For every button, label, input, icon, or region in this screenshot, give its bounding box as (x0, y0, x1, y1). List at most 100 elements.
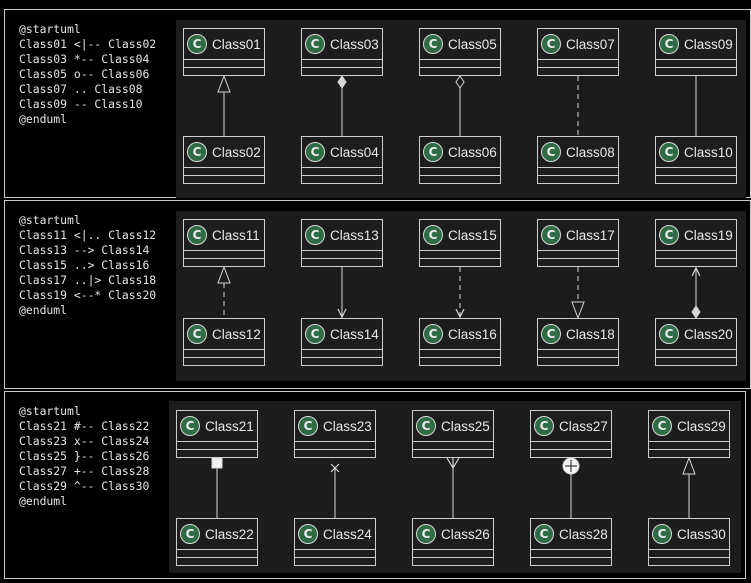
attributes-divider (649, 441, 729, 442)
class-name: Class30 (677, 527, 726, 542)
methods-divider (302, 175, 382, 176)
class-node[interactable]: C Class17 (537, 219, 619, 267)
methods-divider (295, 557, 375, 558)
attributes-divider (656, 59, 736, 60)
methods-divider (295, 449, 375, 450)
attributes-divider (420, 349, 500, 350)
class-name: Class22 (205, 527, 254, 542)
class-node[interactable]: C Class26 (412, 518, 494, 566)
class-header: C Class03 (302, 29, 382, 59)
attributes-divider (184, 59, 264, 60)
attributes-divider (184, 250, 264, 251)
class-node[interactable]: C Class23 (294, 410, 376, 458)
circle-c-icon: C (416, 524, 436, 544)
attributes-divider (538, 167, 618, 168)
class-node[interactable]: C Class04 (301, 136, 383, 184)
class-header: C Class27 (531, 411, 611, 441)
class-node[interactable]: C Class07 (537, 28, 619, 76)
class-node[interactable]: C Class21 (176, 410, 258, 458)
class-name: Class21 (205, 419, 254, 434)
circle-c-icon: C (534, 416, 554, 436)
class-header: C Class20 (656, 319, 736, 349)
methods-divider (538, 258, 618, 259)
class-node[interactable]: C Class05 (419, 28, 501, 76)
attributes-divider (538, 250, 618, 251)
circle-c-icon: C (187, 324, 207, 344)
class-header: C Class21 (177, 411, 257, 441)
circle-c-icon: C (416, 416, 436, 436)
class-node[interactable]: C Class24 (294, 518, 376, 566)
class-node[interactable]: C Class01 (183, 28, 265, 76)
class-header: C Class23 (295, 411, 375, 441)
attributes-divider (420, 167, 500, 168)
class-header: C Class25 (413, 411, 493, 441)
class-name: Class07 (566, 37, 615, 52)
methods-divider (531, 557, 611, 558)
class-header: C Class09 (656, 29, 736, 59)
methods-divider (302, 258, 382, 259)
methods-divider (656, 67, 736, 68)
class-node[interactable]: C Class29 (648, 410, 730, 458)
attributes-divider (177, 549, 257, 550)
circle-c-icon: C (659, 324, 679, 344)
class-header: C Class15 (420, 220, 500, 250)
attributes-divider (538, 59, 618, 60)
class-node[interactable]: C Class22 (176, 518, 258, 566)
class-node[interactable]: C Class25 (412, 410, 494, 458)
circle-c-icon: C (541, 324, 561, 344)
methods-divider (656, 357, 736, 358)
class-header: C Class24 (295, 519, 375, 549)
attributes-divider (184, 349, 264, 350)
methods-divider (184, 258, 264, 259)
class-node[interactable]: C Class12 (183, 318, 265, 366)
attributes-divider (302, 349, 382, 350)
class-node[interactable]: C Class11 (183, 219, 265, 267)
relations-layer (211, 456, 696, 518)
methods-divider (649, 557, 729, 558)
class-node[interactable]: C Class14 (301, 318, 383, 366)
class-name: Class17 (566, 228, 615, 243)
circle-c-icon: C (305, 34, 325, 54)
circle-c-icon: C (187, 225, 207, 245)
class-node[interactable]: C Class09 (655, 28, 737, 76)
methods-divider (177, 449, 257, 450)
filled-square-marker (211, 457, 223, 469)
class-node[interactable]: C Class02 (183, 136, 265, 184)
class-node[interactable]: C Class20 (655, 318, 737, 366)
class-node[interactable]: C Class10 (655, 136, 737, 184)
class-node[interactable]: C Class28 (530, 518, 612, 566)
methods-divider (413, 557, 493, 558)
class-header: C Class08 (538, 137, 618, 167)
attributes-divider (184, 167, 264, 168)
class-header: C Class22 (177, 519, 257, 549)
class-node[interactable]: C Class08 (537, 136, 619, 184)
hollow-triangle-marker (682, 456, 696, 475)
class-name: Class11 (212, 228, 260, 243)
circle-c-icon: C (298, 524, 318, 544)
class-node[interactable]: C Class18 (537, 318, 619, 366)
methods-divider (184, 357, 264, 358)
class-node[interactable]: C Class13 (301, 219, 383, 267)
class-node[interactable]: C Class19 (655, 219, 737, 267)
class-header: C Class19 (656, 220, 736, 250)
class-node[interactable]: C Class15 (419, 219, 501, 267)
class-header: C Class17 (538, 220, 618, 250)
class-node[interactable]: C Class03 (301, 28, 383, 76)
class-header: C Class13 (302, 220, 382, 250)
attributes-divider (420, 250, 500, 251)
class-header: C Class18 (538, 319, 618, 349)
hollow-triangle-marker (571, 301, 585, 320)
class-node[interactable]: C Class30 (648, 518, 730, 566)
circle-c-icon: C (305, 142, 325, 162)
class-header: C Class30 (649, 519, 729, 549)
methods-divider (420, 357, 500, 358)
class-name: Class19 (684, 228, 733, 243)
class-node[interactable]: C Class27 (530, 410, 612, 458)
class-name: Class18 (566, 327, 615, 342)
class-node[interactable]: C Class06 (419, 136, 501, 184)
class-node[interactable]: C Class16 (419, 318, 501, 366)
class-header: C Class29 (649, 411, 729, 441)
filled-diamond-marker (337, 75, 347, 89)
circle-c-icon: C (187, 34, 207, 54)
class-header: C Class26 (413, 519, 493, 549)
